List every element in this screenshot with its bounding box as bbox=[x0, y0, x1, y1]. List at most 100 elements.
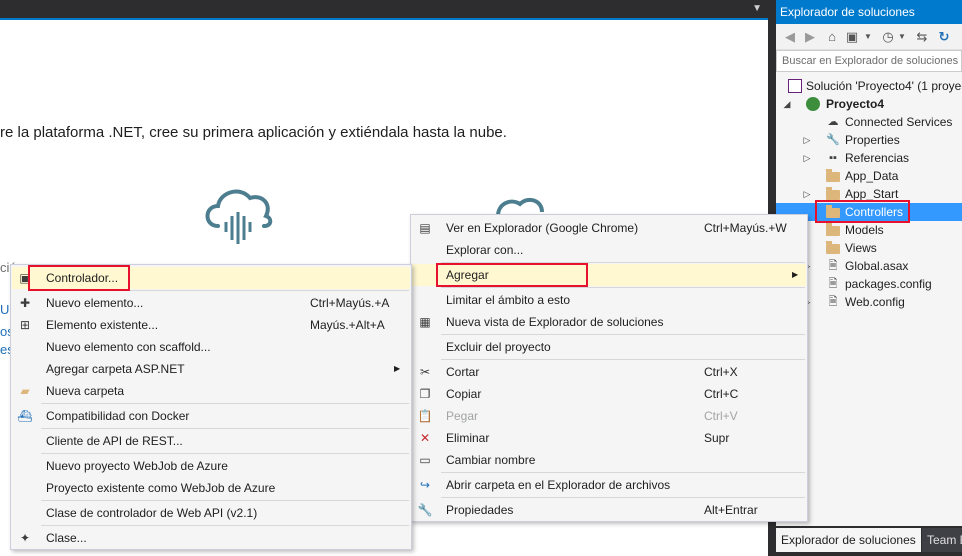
refresh-icon[interactable]: ↻ bbox=[936, 29, 952, 45]
tab-solution-explorer[interactable]: Explorador de soluciones bbox=[776, 528, 921, 552]
new-view-icon: ▦ bbox=[419, 315, 431, 329]
wrench-icon: 🔧 bbox=[417, 503, 433, 517]
scissors-icon: ✂ bbox=[419, 365, 431, 379]
menu-item-label: Ver en Explorador (Google Chrome) bbox=[446, 221, 639, 235]
menu-separator bbox=[41, 453, 409, 454]
menu-item-explorar-con[interactable]: Explorar con... bbox=[412, 239, 806, 261]
home-icon[interactable]: ⌂ bbox=[824, 29, 840, 45]
solution-explorer-title: Explorador de soluciones bbox=[776, 0, 962, 24]
menu-item-agregar-carpeta-asp-net[interactable]: Agregar carpeta ASP.NET ▶ bbox=[12, 358, 410, 380]
menu-item-label: Clase de controlador de Web API (v2.1) bbox=[46, 506, 258, 520]
tree-node-label: Connected Services bbox=[845, 115, 953, 129]
menu-item-label: Abrir carpeta en el Explorador de archiv… bbox=[446, 478, 671, 492]
menu-item-label: Proyecto existente como WebJob de Azure bbox=[46, 481, 276, 495]
tree-node-solution[interactable]: Solución 'Proyecto4' (1 proyecto) bbox=[776, 77, 962, 95]
menu-separator bbox=[41, 428, 409, 429]
expand-arrow-icon[interactable]: ▷ bbox=[802, 185, 812, 203]
menu-separator bbox=[441, 359, 805, 360]
menu-item-shortcut: Supr bbox=[704, 431, 730, 445]
chevron-down-icon[interactable]: ▼ bbox=[894, 29, 910, 45]
menu-item-nueva-vista-de-explorador-de-soluciones[interactable]: ▦ Nueva vista de Explorador de soluciones bbox=[412, 311, 806, 333]
new-folder-icon: ▰ bbox=[20, 384, 30, 398]
menu-item-limitar-el-ámbito-a-esto[interactable]: Limitar el ámbito a esto bbox=[412, 289, 806, 311]
class-icon: ✦ bbox=[19, 531, 31, 545]
menu-item-label: Eliminar bbox=[446, 431, 490, 445]
tree-node-app-data[interactable]: App_Data bbox=[776, 167, 962, 185]
menu-item-label: Nuevo elemento con scaffold... bbox=[46, 340, 211, 354]
menu-item-elemento-existente[interactable]: ⊞ Elemento existente... Mayús.+Alt+A bbox=[12, 314, 410, 336]
folder-icon bbox=[826, 223, 840, 236]
config-file-icon: 🗎 bbox=[828, 278, 838, 290]
forward-icon[interactable]: ▶ bbox=[802, 29, 818, 45]
menu-item-label: Cortar bbox=[446, 365, 480, 379]
menu-separator bbox=[441, 497, 805, 498]
menu-item-label: Pegar bbox=[446, 409, 479, 423]
tree-node-properties[interactable]: ▷ 🔧 Properties bbox=[776, 131, 962, 149]
folder-icon bbox=[826, 169, 840, 182]
tree-node-project[interactable]: ◢ Proyecto4 bbox=[776, 95, 962, 113]
solution-icon bbox=[788, 79, 802, 93]
menu-item-cambiar-nombre[interactable]: ▭ Cambiar nombre bbox=[412, 449, 806, 471]
tree-node-label: Models bbox=[845, 223, 884, 237]
expand-arrow-icon[interactable]: ▷ bbox=[802, 131, 812, 149]
menu-item-label: Nuevo elemento... bbox=[46, 296, 144, 310]
menu-item-clase[interactable]: ✦ Clase... bbox=[12, 527, 410, 549]
menu-item-label: Propiedades bbox=[446, 503, 514, 517]
menu-item-copiar[interactable]: ❐ Copiar Ctrl+C bbox=[412, 383, 806, 405]
menu-item-nuevo-proyecto-webjob-de-azure[interactable]: Nuevo proyecto WebJob de Azure bbox=[12, 455, 410, 477]
menu-item-label: Clase... bbox=[46, 531, 87, 545]
menu-item-clase-de-controlador-de-web-api-v2-1[interactable]: Clase de controlador de Web API (v2.1) bbox=[12, 502, 410, 524]
menu-item-abrir-carpeta-en-el-explorador-de-archivos[interactable]: ↪ Abrir carpeta en el Explorador de archi… bbox=[412, 474, 806, 496]
delete-icon: ✕ bbox=[419, 431, 431, 445]
annotation-highlight bbox=[436, 263, 588, 287]
menu-item-propiedades[interactable]: 🔧 Propiedades Alt+Entrar bbox=[412, 499, 806, 521]
tree-node-label: App_Data bbox=[845, 169, 899, 183]
menu-item-nuevo-elemento[interactable]: ✚ Nuevo elemento... Ctrl+Mayús.+A bbox=[12, 292, 410, 314]
menu-item-label: Excluir del proyecto bbox=[446, 340, 551, 354]
menu-item-excluir-del-proyecto[interactable]: Excluir del proyecto bbox=[412, 336, 806, 358]
collapse-arrow-icon[interactable]: ◢ bbox=[782, 95, 792, 113]
wrench-icon: 🔧 bbox=[826, 134, 840, 146]
menu-item-nuevo-elemento-con-scaffold[interactable]: Nuevo elemento con scaffold... bbox=[12, 336, 410, 358]
back-icon[interactable]: ◀ bbox=[782, 29, 798, 45]
menu-item-shortcut: Ctrl+Mayús.+W bbox=[704, 221, 787, 235]
menu-item-cliente-de-api-de-rest[interactable]: Cliente de API de REST... bbox=[12, 430, 410, 452]
tree-node-label: packages.config bbox=[845, 277, 932, 291]
existing-item-icon: ⊞ bbox=[19, 318, 31, 332]
menu-item-shortcut: Ctrl+V bbox=[704, 409, 738, 423]
tab-team-explorer[interactable]: Team Ex bbox=[922, 528, 962, 552]
menu-separator bbox=[441, 472, 805, 473]
menu-item-label: Cambiar nombre bbox=[446, 453, 536, 467]
menu-item-ver-en-explorador-google-chrome[interactable]: ▤ Ver en Explorador (Google Chrome) Ctrl+M… bbox=[412, 217, 806, 239]
menu-item-proyecto-existente-como-webjob-de-azure[interactable]: Proyecto existente como WebJob de Azure bbox=[12, 477, 410, 499]
folder-icon bbox=[826, 241, 840, 254]
cloud-icon bbox=[205, 189, 273, 244]
menu-separator bbox=[41, 403, 409, 404]
document-tab-strip: ▼ bbox=[0, 0, 768, 20]
copy-icon: ❐ bbox=[419, 387, 431, 401]
docker-icon: ⛴ bbox=[17, 409, 33, 423]
menu-item-cortar[interactable]: ✂ Cortar Ctrl+X bbox=[412, 361, 806, 383]
menu-item-shortcut: Alt+Entrar bbox=[704, 503, 758, 517]
solution-explorer-search-input[interactable]: Buscar en Explorador de soluciones bbox=[776, 50, 962, 72]
expand-arrow-icon[interactable]: ▷ bbox=[802, 149, 812, 167]
menu-item-eliminar[interactable]: ✕ Eliminar Supr bbox=[412, 427, 806, 449]
menu-item-pegar[interactable]: 📋 Pegar Ctrl+V bbox=[412, 405, 806, 427]
chevron-down-icon[interactable]: ▼ bbox=[860, 29, 876, 45]
start-page-intro-text: re la plataforma .NET, cree su primera a… bbox=[0, 124, 507, 141]
panel-tab-strip: Explorador de soluciones Team Ex bbox=[776, 526, 962, 556]
menu-item-compatibilidad-con-docker[interactable]: ⛴ Compatibilidad con Docker bbox=[12, 405, 410, 427]
sync-icon[interactable]: ⇆ bbox=[914, 29, 930, 45]
switch-views-icon[interactable]: ▣ bbox=[844, 29, 860, 45]
menu-item-label: Elemento existente... bbox=[46, 318, 159, 332]
paste-icon: 📋 bbox=[417, 409, 433, 423]
menu-item-shortcut: Mayús.+Alt+A bbox=[310, 318, 385, 332]
submenu-arrow-icon: ▶ bbox=[394, 364, 401, 373]
tab-dropdown-icon[interactable]: ▼ bbox=[752, 3, 762, 14]
menu-separator bbox=[441, 287, 805, 288]
menu-item-nueva-carpeta[interactable]: ▰ Nueva carpeta bbox=[12, 380, 410, 402]
annotation-highlight bbox=[28, 265, 130, 291]
tree-node-connected-services[interactable]: ☁ Connected Services bbox=[776, 113, 962, 131]
tree-node-referencias[interactable]: ▷ ▪▪ Referencias bbox=[776, 149, 962, 167]
menu-item-label: Explorar con... bbox=[446, 243, 524, 257]
